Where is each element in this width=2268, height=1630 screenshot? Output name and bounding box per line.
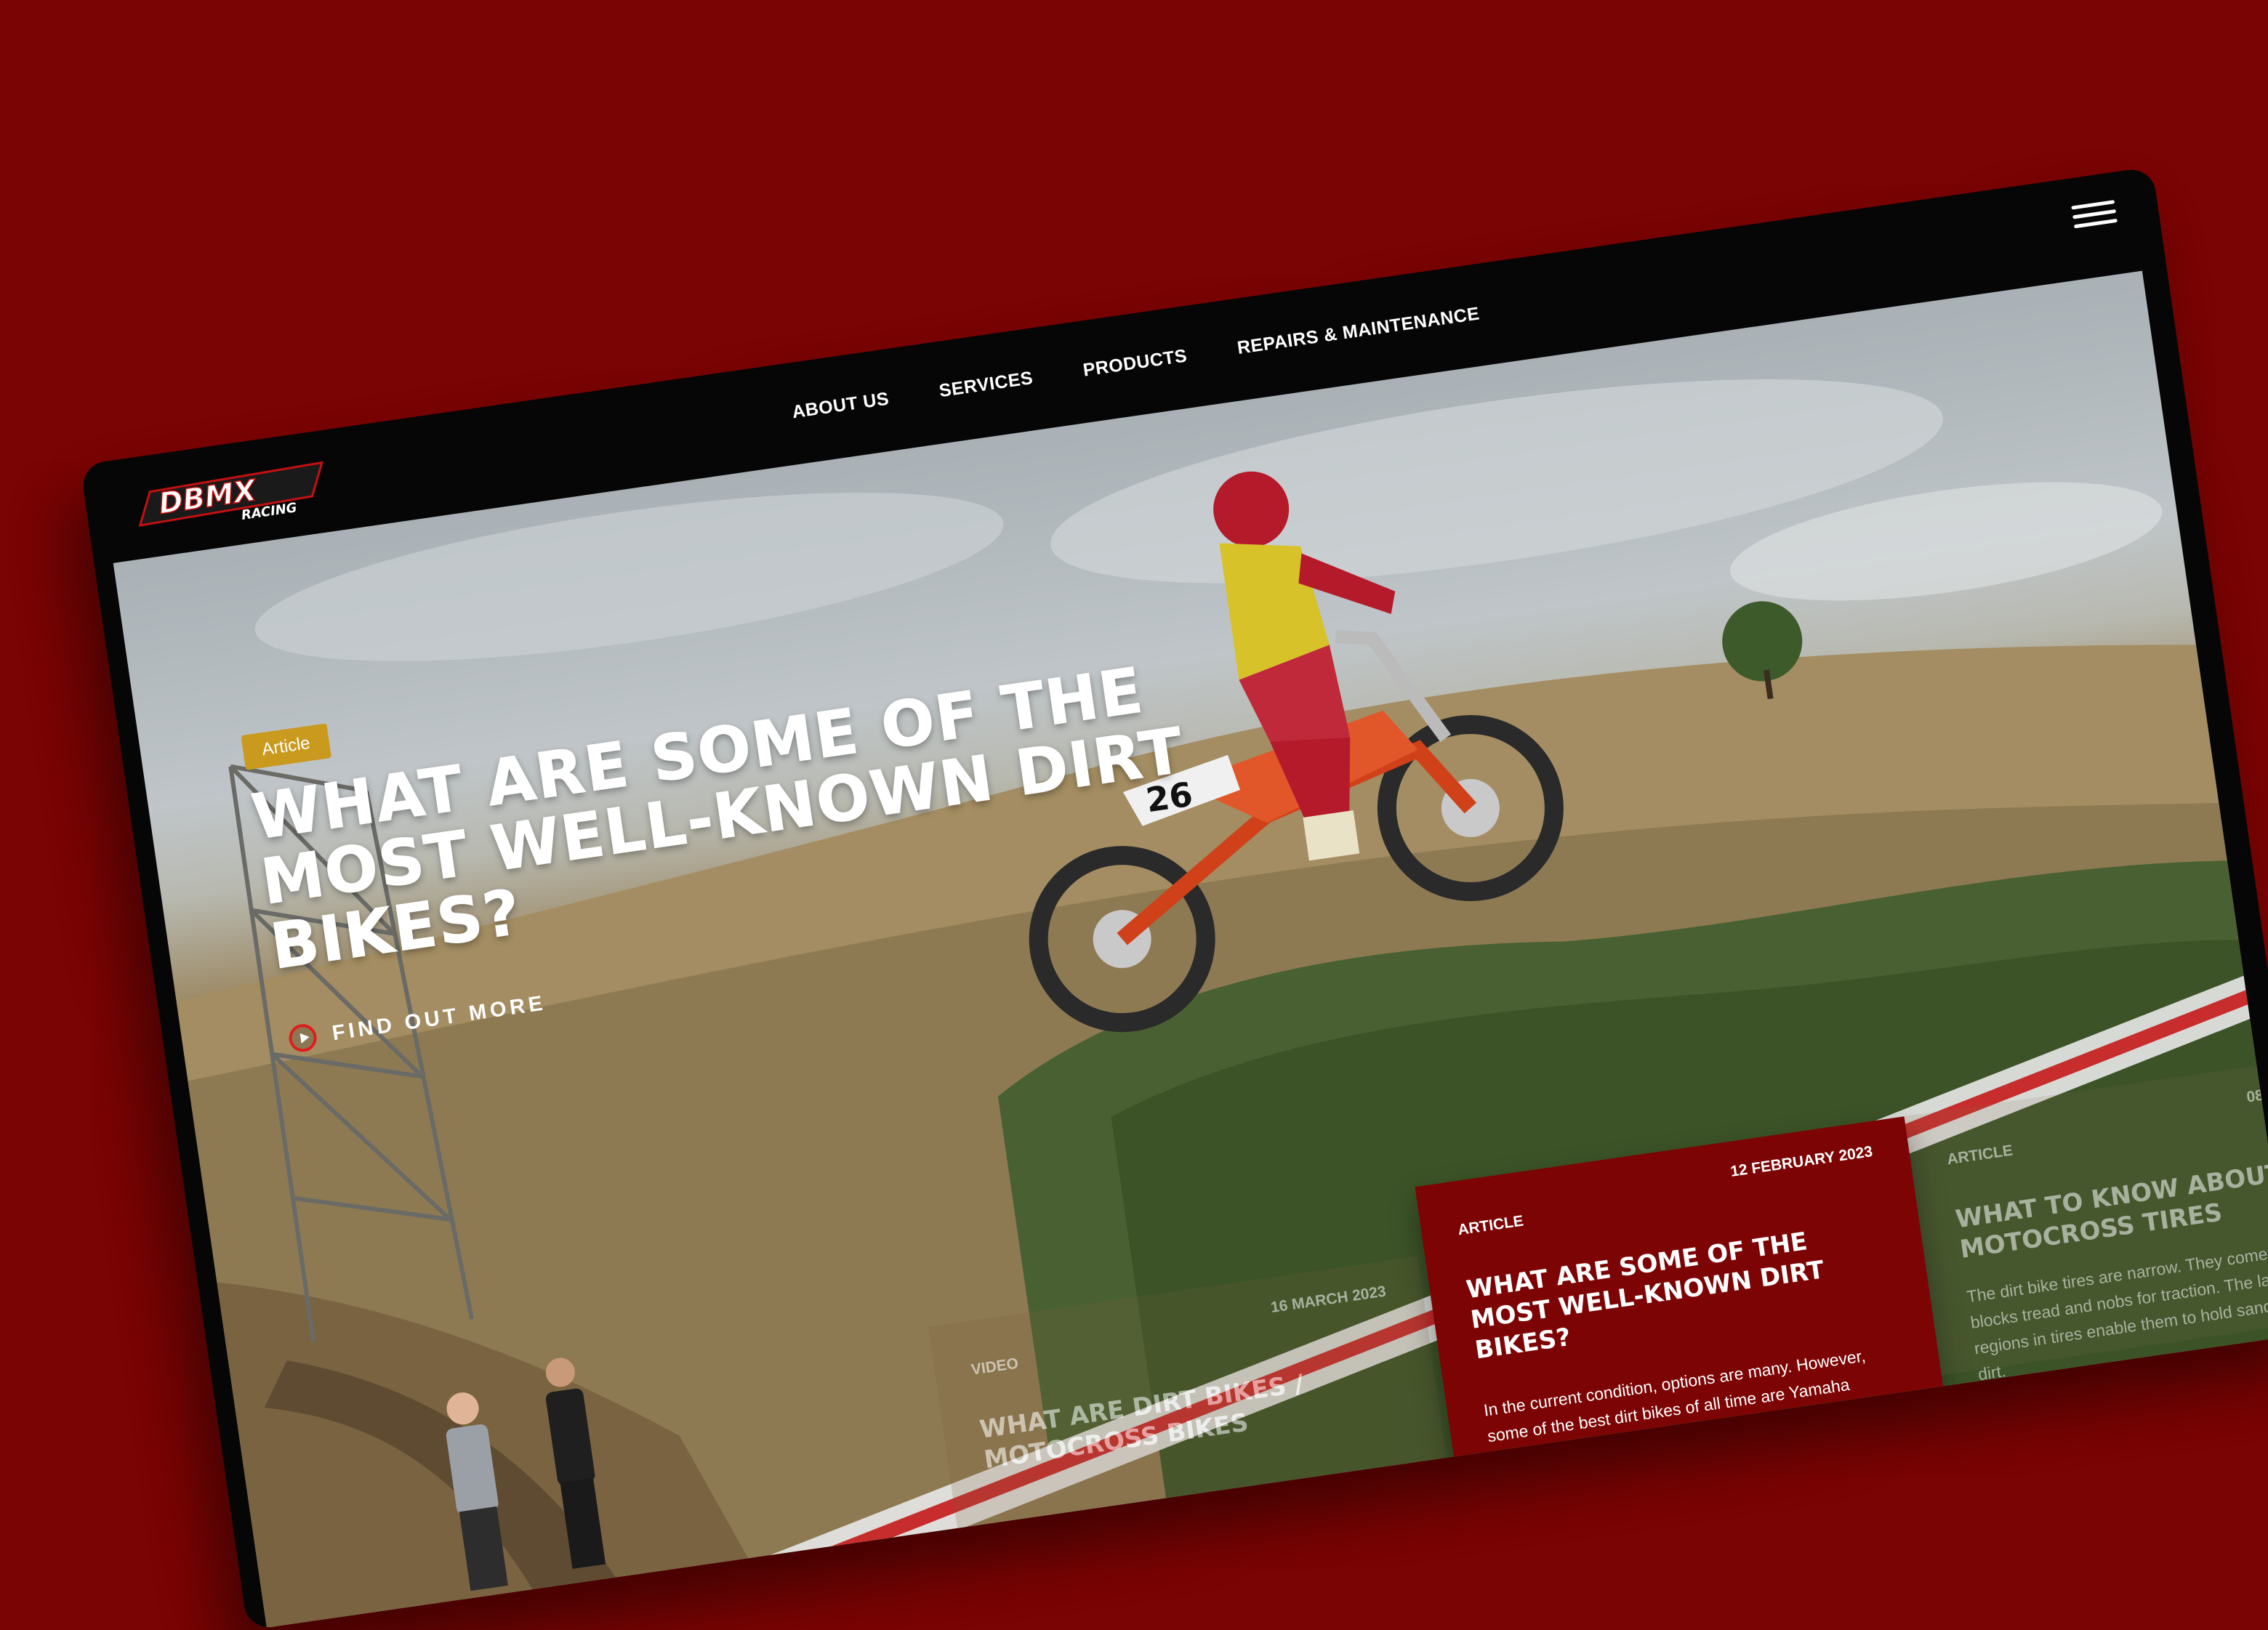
card-excerpt-tail: They can ... xyxy=(1008,1611,1098,1630)
card-title: WHAT ARE DIRT BIKES / MOTOCROSS BIKES xyxy=(978,1369,1306,1475)
dbmx-racing-logo[interactable]: DBMX RACING xyxy=(127,455,344,541)
nav-item-services[interactable]: SERVICES xyxy=(938,368,1034,402)
browser-window: DBMX RACING ABOUT US SERVICES PRODUCTS R… xyxy=(80,166,2268,1630)
card-excerpt: Dirt bikes are lightweight bikes designe… xyxy=(996,1488,1390,1612)
card-excerpt: In the current condition, options are ma… xyxy=(1482,1346,1871,1498)
card-title: WHAT ARE SOME OF THE MOST WELL-KNOWN DIR… xyxy=(1464,1227,1826,1365)
hamburger-menu-icon[interactable] xyxy=(2070,194,2119,236)
menu-line xyxy=(2071,200,2115,210)
nav-item-about-us[interactable]: ABOUT US xyxy=(791,388,890,423)
menu-line xyxy=(2072,209,2117,219)
nav-item-repairs-maintenance[interactable]: REPAIRS & MAINTENANCE xyxy=(1236,303,1481,359)
card-date: 08 MARCH 2023 xyxy=(2245,1073,2268,1106)
article-card-featured[interactable]: ARTICLE 12 FEBRUARY 2023 WHAT ARE SOME O… xyxy=(1415,1116,1960,1572)
card-type-label: ARTICLE xyxy=(1456,1212,1525,1239)
card-type-label: VIDEO xyxy=(970,1355,1020,1379)
card-date: 12 FEBRUARY 2023 xyxy=(1729,1143,1874,1180)
card-excerpt-tail: ... xyxy=(1979,1379,1996,1400)
nav-item-products[interactable]: PRODUCTS xyxy=(1082,345,1189,381)
card-date: 16 MARCH 2023 xyxy=(1269,1283,1388,1317)
menu-line xyxy=(2073,218,2118,229)
card-type-label: ARTICLE xyxy=(1945,1142,2014,1169)
play-circle-icon xyxy=(287,1022,319,1054)
